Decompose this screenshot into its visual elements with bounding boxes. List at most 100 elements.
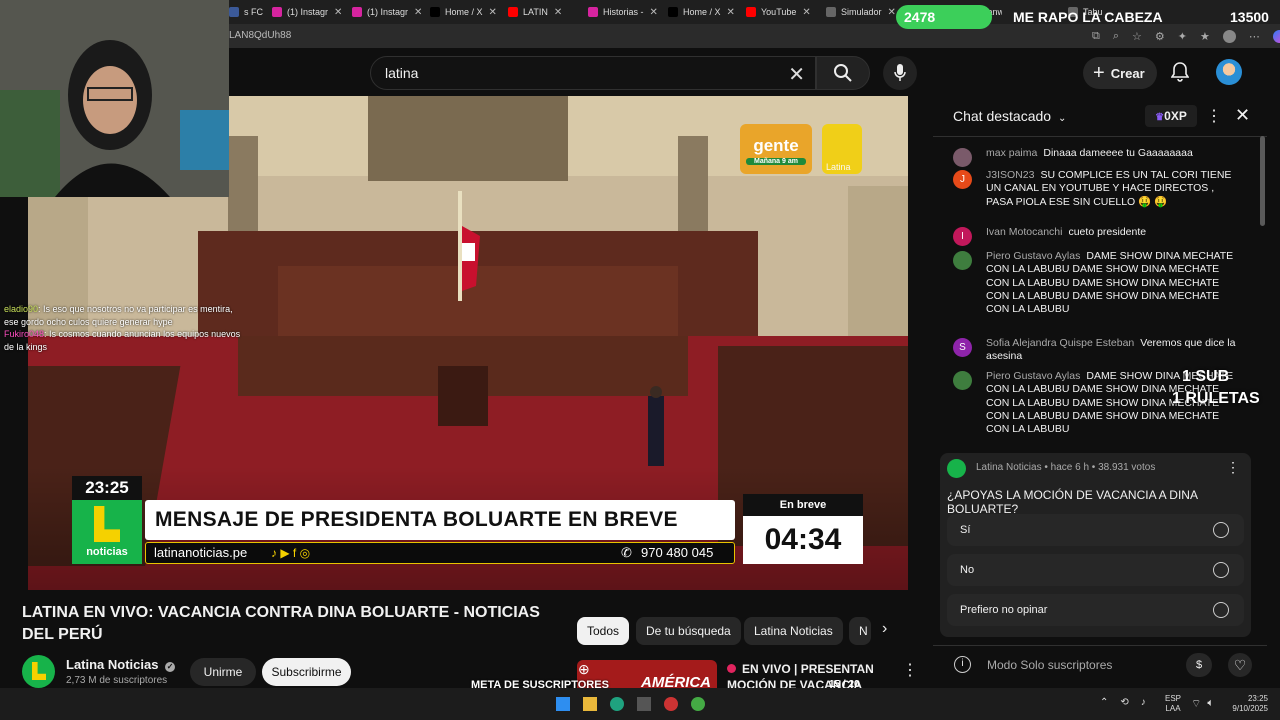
chat-author[interactable]: max paima xyxy=(986,147,1037,159)
channel-avatar[interactable] xyxy=(22,655,55,688)
crown-icon: ♛ xyxy=(1155,112,1165,123)
chat-header-title: Chat destacado xyxy=(953,108,1052,124)
app-icon[interactable] xyxy=(637,697,651,711)
browser-tab[interactable]: Home / X ✕ xyxy=(668,2,744,22)
tray-icons: ⌔ 🔈︎ xyxy=(1191,697,1214,711)
copilot-icon[interactable] xyxy=(1272,30,1280,43)
join-button[interactable]: Unirme xyxy=(190,658,256,686)
chip-latina-noticias[interactable]: Latina Noticias xyxy=(744,617,843,645)
chat-author[interactable]: J3ISON23 xyxy=(986,169,1034,181)
tab-close-icon[interactable]: ✕ xyxy=(334,7,342,18)
xp-badge[interactable]: ♛0XP xyxy=(1145,105,1197,127)
chat-author[interactable]: Sofia Alejandra Quispe Esteban xyxy=(986,337,1134,349)
poll-option-no-opinion[interactable]: Prefiero no opinar xyxy=(947,594,1244,626)
latina-small-text: Latina xyxy=(826,162,851,172)
latina-l-mark xyxy=(94,506,120,542)
address-bar-icons: ⧉ ⌕ ☆ ⚙ ✦ ★ ⋯ xyxy=(1092,30,1280,43)
tab-close-icon[interactable]: ✕ xyxy=(888,7,896,18)
chat-mode-selector[interactable]: Chat destacado ⌄ xyxy=(953,108,1066,124)
windows-start-icon[interactable] xyxy=(556,697,570,711)
tab-label: Home / X xyxy=(445,7,483,17)
menu-dots-icon[interactable]: ⋯ xyxy=(1249,30,1260,43)
app-icon[interactable] xyxy=(691,697,705,711)
volume-icon[interactable]: 🔈︎ xyxy=(1207,697,1214,711)
poll-menu-icon[interactable]: ⋮ xyxy=(1226,459,1240,476)
chat-author-avatar[interactable]: J xyxy=(953,170,972,189)
chat-author-avatar[interactable] xyxy=(953,148,972,167)
tab-close-icon[interactable]: ✕ xyxy=(802,7,810,18)
taskbar: ⌃ ⟲ ♪ ESP LAA ⌔ 🔈︎ 23:25 9/10/2025 xyxy=(0,688,1280,720)
chips-next-chevron-icon[interactable]: › xyxy=(882,620,887,638)
chat-author-avatar[interactable] xyxy=(953,371,972,390)
en-breve-label: En breve xyxy=(743,494,863,516)
poll-option-no[interactable]: No xyxy=(947,554,1244,586)
star-icon[interactable]: ☆ xyxy=(1132,30,1142,43)
tab-close-icon[interactable]: ✕ xyxy=(650,7,658,18)
create-button[interactable]: + Crear xyxy=(1083,57,1157,89)
browser-tab[interactable]: LATIN ✕ xyxy=(508,2,584,22)
notifications-button[interactable] xyxy=(1170,62,1190,87)
tab-label: (1) Instagr xyxy=(367,7,409,17)
subscribe-button[interactable]: Subscribirme xyxy=(262,658,351,686)
info-icon[interactable]: i xyxy=(954,656,971,673)
chat-author[interactable]: Piero Gustavo Aylas xyxy=(986,250,1080,262)
heart-icon[interactable]: ♡ xyxy=(1228,653,1252,677)
super-chat-icon[interactable]: $ xyxy=(1186,653,1212,677)
chat-author-avatar[interactable]: S xyxy=(953,338,972,357)
chat-author-avatar[interactable]: I xyxy=(953,227,972,246)
chat-author[interactable]: Ivan Motocanchi xyxy=(986,226,1062,238)
tab-close-icon[interactable]: ✕ xyxy=(727,7,735,18)
chevron-up-icon[interactable]: ⌃ xyxy=(1100,697,1108,708)
chat-message: I Ivan Motocanchi cueto presidente xyxy=(953,226,1243,246)
browser-tab[interactable]: (1) Instagr ✕ xyxy=(352,2,428,22)
app-icon[interactable] xyxy=(664,697,678,711)
language-indicator[interactable]: ESP LAA xyxy=(1165,694,1181,714)
chat-author-avatar[interactable] xyxy=(953,251,972,270)
chip-de-tu-busqueda[interactable]: De tu búsqueda xyxy=(636,617,741,645)
mic-tray-icon[interactable]: ♪ xyxy=(1141,697,1146,708)
tab-favicon-icon xyxy=(430,7,440,17)
browser-tab[interactable]: Simulador ✕ xyxy=(826,2,902,22)
video-title: LATINA EN VIVO: VACANCIA CONTRA DINA BOL… xyxy=(22,604,540,643)
tab-favicon-icon xyxy=(746,7,756,17)
file-explorer-icon[interactable] xyxy=(583,697,597,711)
wifi-icon[interactable]: ⌔ xyxy=(1191,697,1201,711)
more-options-icon[interactable]: ⋮ xyxy=(902,660,918,680)
extension-icon[interactable]: ⚙ xyxy=(1155,30,1165,43)
poll-option-si[interactable]: Sí xyxy=(947,514,1244,546)
open-external-icon[interactable]: ⧉ xyxy=(1092,30,1100,43)
chat-divider xyxy=(933,136,1267,137)
account-avatar[interactable] xyxy=(1216,59,1242,85)
chat-menu-icon[interactable]: ⋮ xyxy=(1206,106,1222,126)
clear-search-icon[interactable]: ✕ xyxy=(788,62,805,87)
overlay-score-right: 13500 xyxy=(1230,9,1269,25)
chip-todos[interactable]: Todos xyxy=(577,617,630,645)
zoom-icon[interactable]: ⌕ xyxy=(1113,30,1119,43)
puzzle-icon[interactable]: ✦ xyxy=(1178,30,1187,43)
edge-icon[interactable] xyxy=(610,697,624,711)
browser-tab[interactable]: s FC✕ xyxy=(229,2,267,22)
chat-author[interactable]: Piero Gustavo Aylas xyxy=(986,370,1080,382)
search-button[interactable] xyxy=(816,56,870,90)
close-icon[interactable]: ✕ xyxy=(1235,105,1250,126)
tab-favicon-icon xyxy=(229,7,239,17)
profile-icon[interactable] xyxy=(1222,30,1236,43)
browser-tab[interactable]: Historias - ✕ xyxy=(588,2,664,22)
chat-message: S Sofia Alejandra Quispe Esteban Veremos q… xyxy=(953,337,1243,364)
voice-search-button[interactable] xyxy=(883,56,917,90)
tab-close-icon[interactable]: ✕ xyxy=(554,7,562,18)
browser-tab[interactable]: YouTube ✕ xyxy=(746,2,822,22)
search-input[interactable]: latina ✕ xyxy=(370,56,816,90)
channel-name[interactable]: Latina Noticias ✓ xyxy=(66,657,176,672)
network-icon[interactable]: ⟲ xyxy=(1120,697,1128,708)
favorites-icon[interactable]: ★ xyxy=(1200,30,1210,43)
browser-tab[interactable]: Home / X ✕ xyxy=(430,2,506,22)
live-dot-icon xyxy=(727,664,736,673)
search-icon xyxy=(834,64,852,82)
tab-close-icon[interactable]: ✕ xyxy=(489,7,497,18)
chip-truncated[interactable]: N xyxy=(849,617,871,645)
chat-scrollbar[interactable] xyxy=(1260,136,1265,226)
browser-tab[interactable]: (1) Instagr ✕ xyxy=(272,2,348,22)
clock[interactable]: 23:25 9/10/2025 xyxy=(1226,694,1268,714)
tab-close-icon[interactable]: ✕ xyxy=(414,7,422,18)
